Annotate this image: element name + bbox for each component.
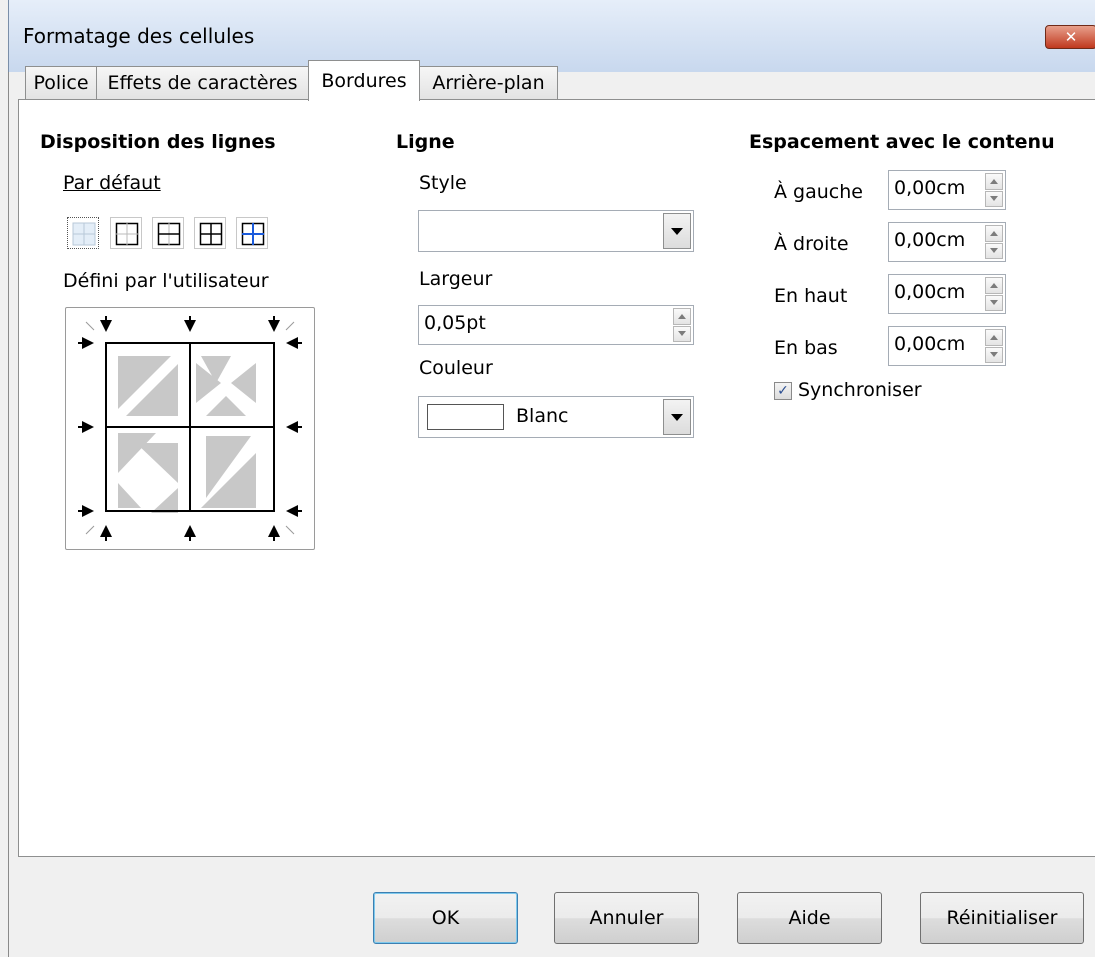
spin-down-button[interactable] [985, 242, 1003, 259]
spacing-top-field[interactable]: 0,00cm [888, 274, 1006, 314]
line-arrangement-heading: Disposition des lignes [40, 131, 276, 153]
spin-up-button[interactable] [673, 308, 691, 325]
style-label-text: Style [419, 172, 467, 194]
color-label: Couleur [419, 357, 493, 379]
spacing-top-label: En haut [774, 285, 848, 307]
border-outer-inner-icon [241, 222, 265, 246]
style-dropdown-button[interactable] [663, 213, 691, 249]
user-defined-label: Défini par l'utilisateur [63, 270, 269, 292]
checkmark-icon: ✓ [777, 383, 789, 399]
reset-button[interactable]: Réinitialiser [920, 892, 1084, 944]
spacing-bottom-label: En bas [774, 337, 838, 359]
preset-outer-inner[interactable] [236, 217, 268, 249]
width-label-text: Largeur [419, 268, 493, 290]
spin-up-button[interactable] [985, 277, 1003, 294]
spin-down-button[interactable] [985, 294, 1003, 311]
spacing-heading: Espacement avec le contenu [749, 131, 1055, 153]
spacing-left-label: À gauche [774, 181, 863, 203]
spin-down-button[interactable] [985, 346, 1003, 363]
arrow-down-icon [990, 300, 998, 306]
spin-down-button[interactable] [985, 190, 1003, 207]
preset-outer[interactable] [110, 217, 142, 249]
spacing-bottom-field[interactable]: 0,00cm [888, 326, 1006, 366]
preset-all[interactable] [194, 217, 226, 249]
chevron-down-icon [671, 227, 683, 235]
width-spinfield[interactable]: 0,05pt [418, 305, 694, 345]
help-button[interactable]: Aide [737, 892, 882, 944]
cancel-button[interactable]: Annuler [554, 892, 699, 944]
color-dropdown-button[interactable] [663, 399, 691, 435]
border-outer-icon [115, 222, 139, 246]
spin-down-button[interactable] [673, 325, 691, 342]
spacing-right-label: À droite [774, 233, 849, 255]
chevron-down-icon [671, 413, 683, 421]
spin-up-button[interactable] [985, 329, 1003, 346]
color-swatch [427, 404, 504, 430]
ok-button[interactable]: OK [373, 892, 518, 944]
spin-up-button[interactable] [985, 173, 1003, 190]
arrow-down-icon [990, 248, 998, 254]
spacing-top-spin [985, 277, 1003, 311]
default-label-text: Par défaut [63, 172, 161, 194]
border-outer-horizontal-icon [157, 222, 181, 246]
spacing-right-spin [985, 225, 1003, 259]
color-value: Blanc [516, 405, 569, 427]
border-preview-diagram [78, 316, 302, 541]
arrow-down-icon [990, 352, 998, 358]
spacing-left-field[interactable]: 0,00cm [888, 170, 1006, 210]
spacing-right-field[interactable]: 0,00cm [888, 222, 1006, 262]
arrow-up-icon [678, 313, 686, 319]
arrow-up-icon [990, 178, 998, 184]
spacing-left-value: 0,00cm [894, 177, 966, 199]
width-value: 0,05pt [424, 312, 486, 334]
arrow-down-icon [990, 196, 998, 202]
spacing-bottom-spin [985, 329, 1003, 363]
width-label: Largeur [419, 268, 492, 290]
spacing-right-value: 0,00cm [894, 229, 966, 251]
spacing-top-value: 0,00cm [894, 281, 966, 303]
color-dropdown[interactable]: Blanc [418, 396, 694, 438]
line-heading: Ligne [396, 131, 455, 153]
spacing-left-spin [985, 173, 1003, 207]
arrow-down-icon [678, 331, 686, 337]
user-defined-label-text: Défini par l'utilisateur [63, 270, 269, 292]
spacing-bottom-value: 0,00cm [894, 333, 966, 355]
preset-outer-horizontal[interactable] [152, 217, 184, 249]
border-preview[interactable] [65, 307, 315, 550]
default-label: Par défaut [63, 172, 161, 194]
border-all-icon [199, 222, 223, 246]
sync-label: Synchroniser [798, 379, 922, 401]
style-label: Style [419, 172, 467, 194]
color-label-text: Couleur [419, 357, 493, 379]
width-spin-buttons [673, 308, 691, 342]
arrow-up-icon [990, 334, 998, 340]
preset-none[interactable] [67, 217, 99, 249]
arrow-up-icon [990, 230, 998, 236]
sync-checkbox[interactable]: ✓ [774, 382, 792, 400]
style-dropdown[interactable] [418, 210, 694, 252]
arrow-up-icon [990, 282, 998, 288]
border-none-icon [72, 222, 96, 246]
spin-up-button[interactable] [985, 225, 1003, 242]
